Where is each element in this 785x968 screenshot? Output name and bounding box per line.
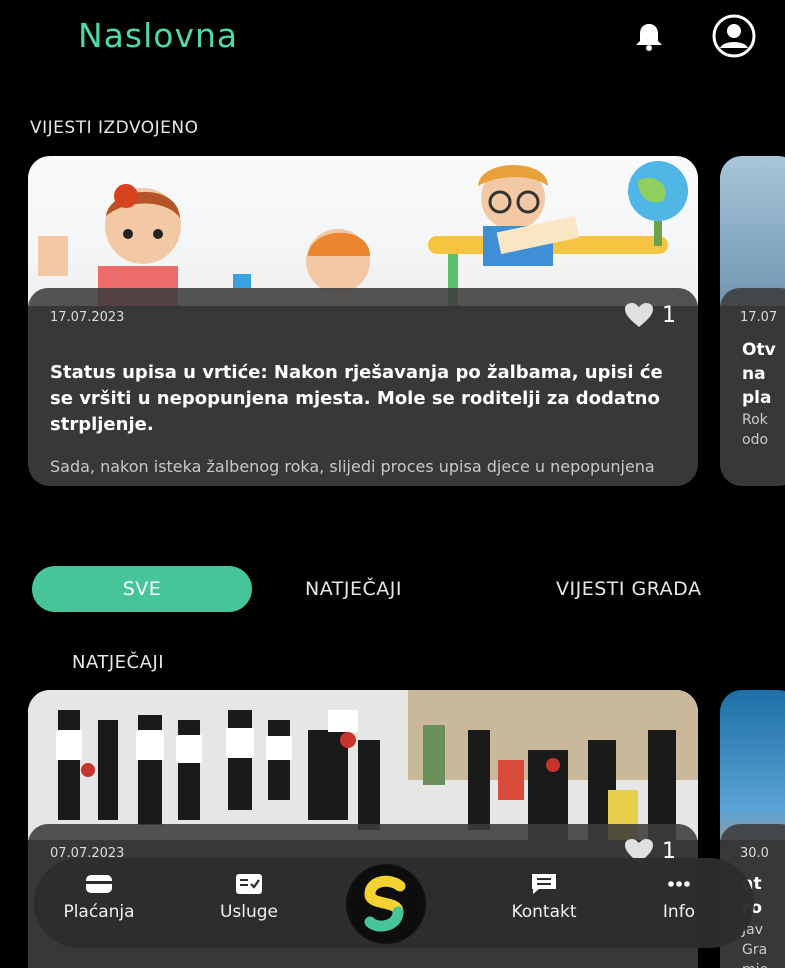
- tenders-section-label: NATJEČAJI: [72, 652, 165, 673]
- tab-tenders[interactable]: NATJEČAJI: [305, 566, 402, 612]
- headline-fragment: pla: [742, 388, 772, 408]
- nav-label: Info: [662, 902, 696, 922]
- featured-news-card[interactable]: 17.07.2023 1 Status upisa u vrtiće: Nako…: [28, 156, 698, 486]
- app-logo-icon: [348, 866, 424, 942]
- user-circle-icon[interactable]: [705, 14, 763, 58]
- crowd-photo: [28, 690, 698, 840]
- heart-icon[interactable]: [624, 302, 654, 328]
- app-header: Naslovna: [0, 0, 785, 80]
- nav-services[interactable]: Usluge: [194, 872, 304, 922]
- headline-fragment: Otv: [742, 340, 776, 360]
- nav-contact[interactable]: Kontakt: [489, 872, 599, 922]
- news-date: 17.07: [740, 310, 778, 325]
- chat-icon: [532, 874, 556, 894]
- bell-icon[interactable]: [632, 22, 666, 52]
- nav-label: Plaćanja: [63, 902, 135, 922]
- category-tabs: SVE NATJEČAJI VIJESTI GRADA: [0, 566, 785, 616]
- excerpt-fragment: Gra: [742, 942, 768, 958]
- nav-payments[interactable]: Plaćanja: [44, 872, 154, 922]
- wallet-icon: [86, 875, 112, 893]
- nav-info[interactable]: Info: [624, 872, 734, 922]
- card-overlay: 17.07.2023 1 Status upisa u vrtiće: Nako…: [28, 288, 698, 486]
- news-headline: Status upisa u vrtiće: Nakon rješavanja …: [50, 362, 663, 435]
- app-logo-button[interactable]: [346, 864, 426, 944]
- bottom-navigation: Plaćanja Usluge Kontakt Info: [34, 858, 754, 948]
- excerpt-fragment: Rok: [742, 412, 768, 428]
- like-count: 1: [662, 302, 676, 328]
- excerpt-fragment: mje: [742, 962, 768, 968]
- news-date: 30.0: [740, 846, 769, 861]
- news-image: [720, 690, 785, 840]
- featured-section-label: VIJESTI IZDVOJENO: [30, 118, 199, 138]
- like-counter[interactable]: 1: [624, 302, 676, 328]
- checklist-icon: [236, 874, 262, 894]
- kindergarten-illustration: [28, 156, 698, 306]
- kids-drawing: [28, 161, 698, 306]
- tab-all[interactable]: SVE: [32, 566, 252, 612]
- tab-city-news[interactable]: VIJESTI GRADA: [556, 566, 701, 612]
- featured-news-card-partial[interactable]: 17.07 Otv na pla Rok odo: [720, 156, 785, 486]
- news-date: 17.07.2023: [50, 310, 125, 325]
- nav-label: Usluge: [219, 902, 279, 922]
- news-image: [28, 690, 698, 840]
- excerpt-fragment: odo: [742, 432, 769, 448]
- more-dots-icon: [668, 881, 690, 887]
- card-overlay: 17.07 Otv na pla Rok odo: [720, 288, 785, 486]
- page-title: Naslovna: [78, 16, 239, 55]
- news-image: [720, 156, 785, 306]
- headline-fragment: na: [742, 364, 766, 384]
- nav-label: Kontakt: [511, 902, 577, 922]
- news-excerpt: Sada, nakon isteka žalbenog roka, slijed…: [50, 457, 655, 480]
